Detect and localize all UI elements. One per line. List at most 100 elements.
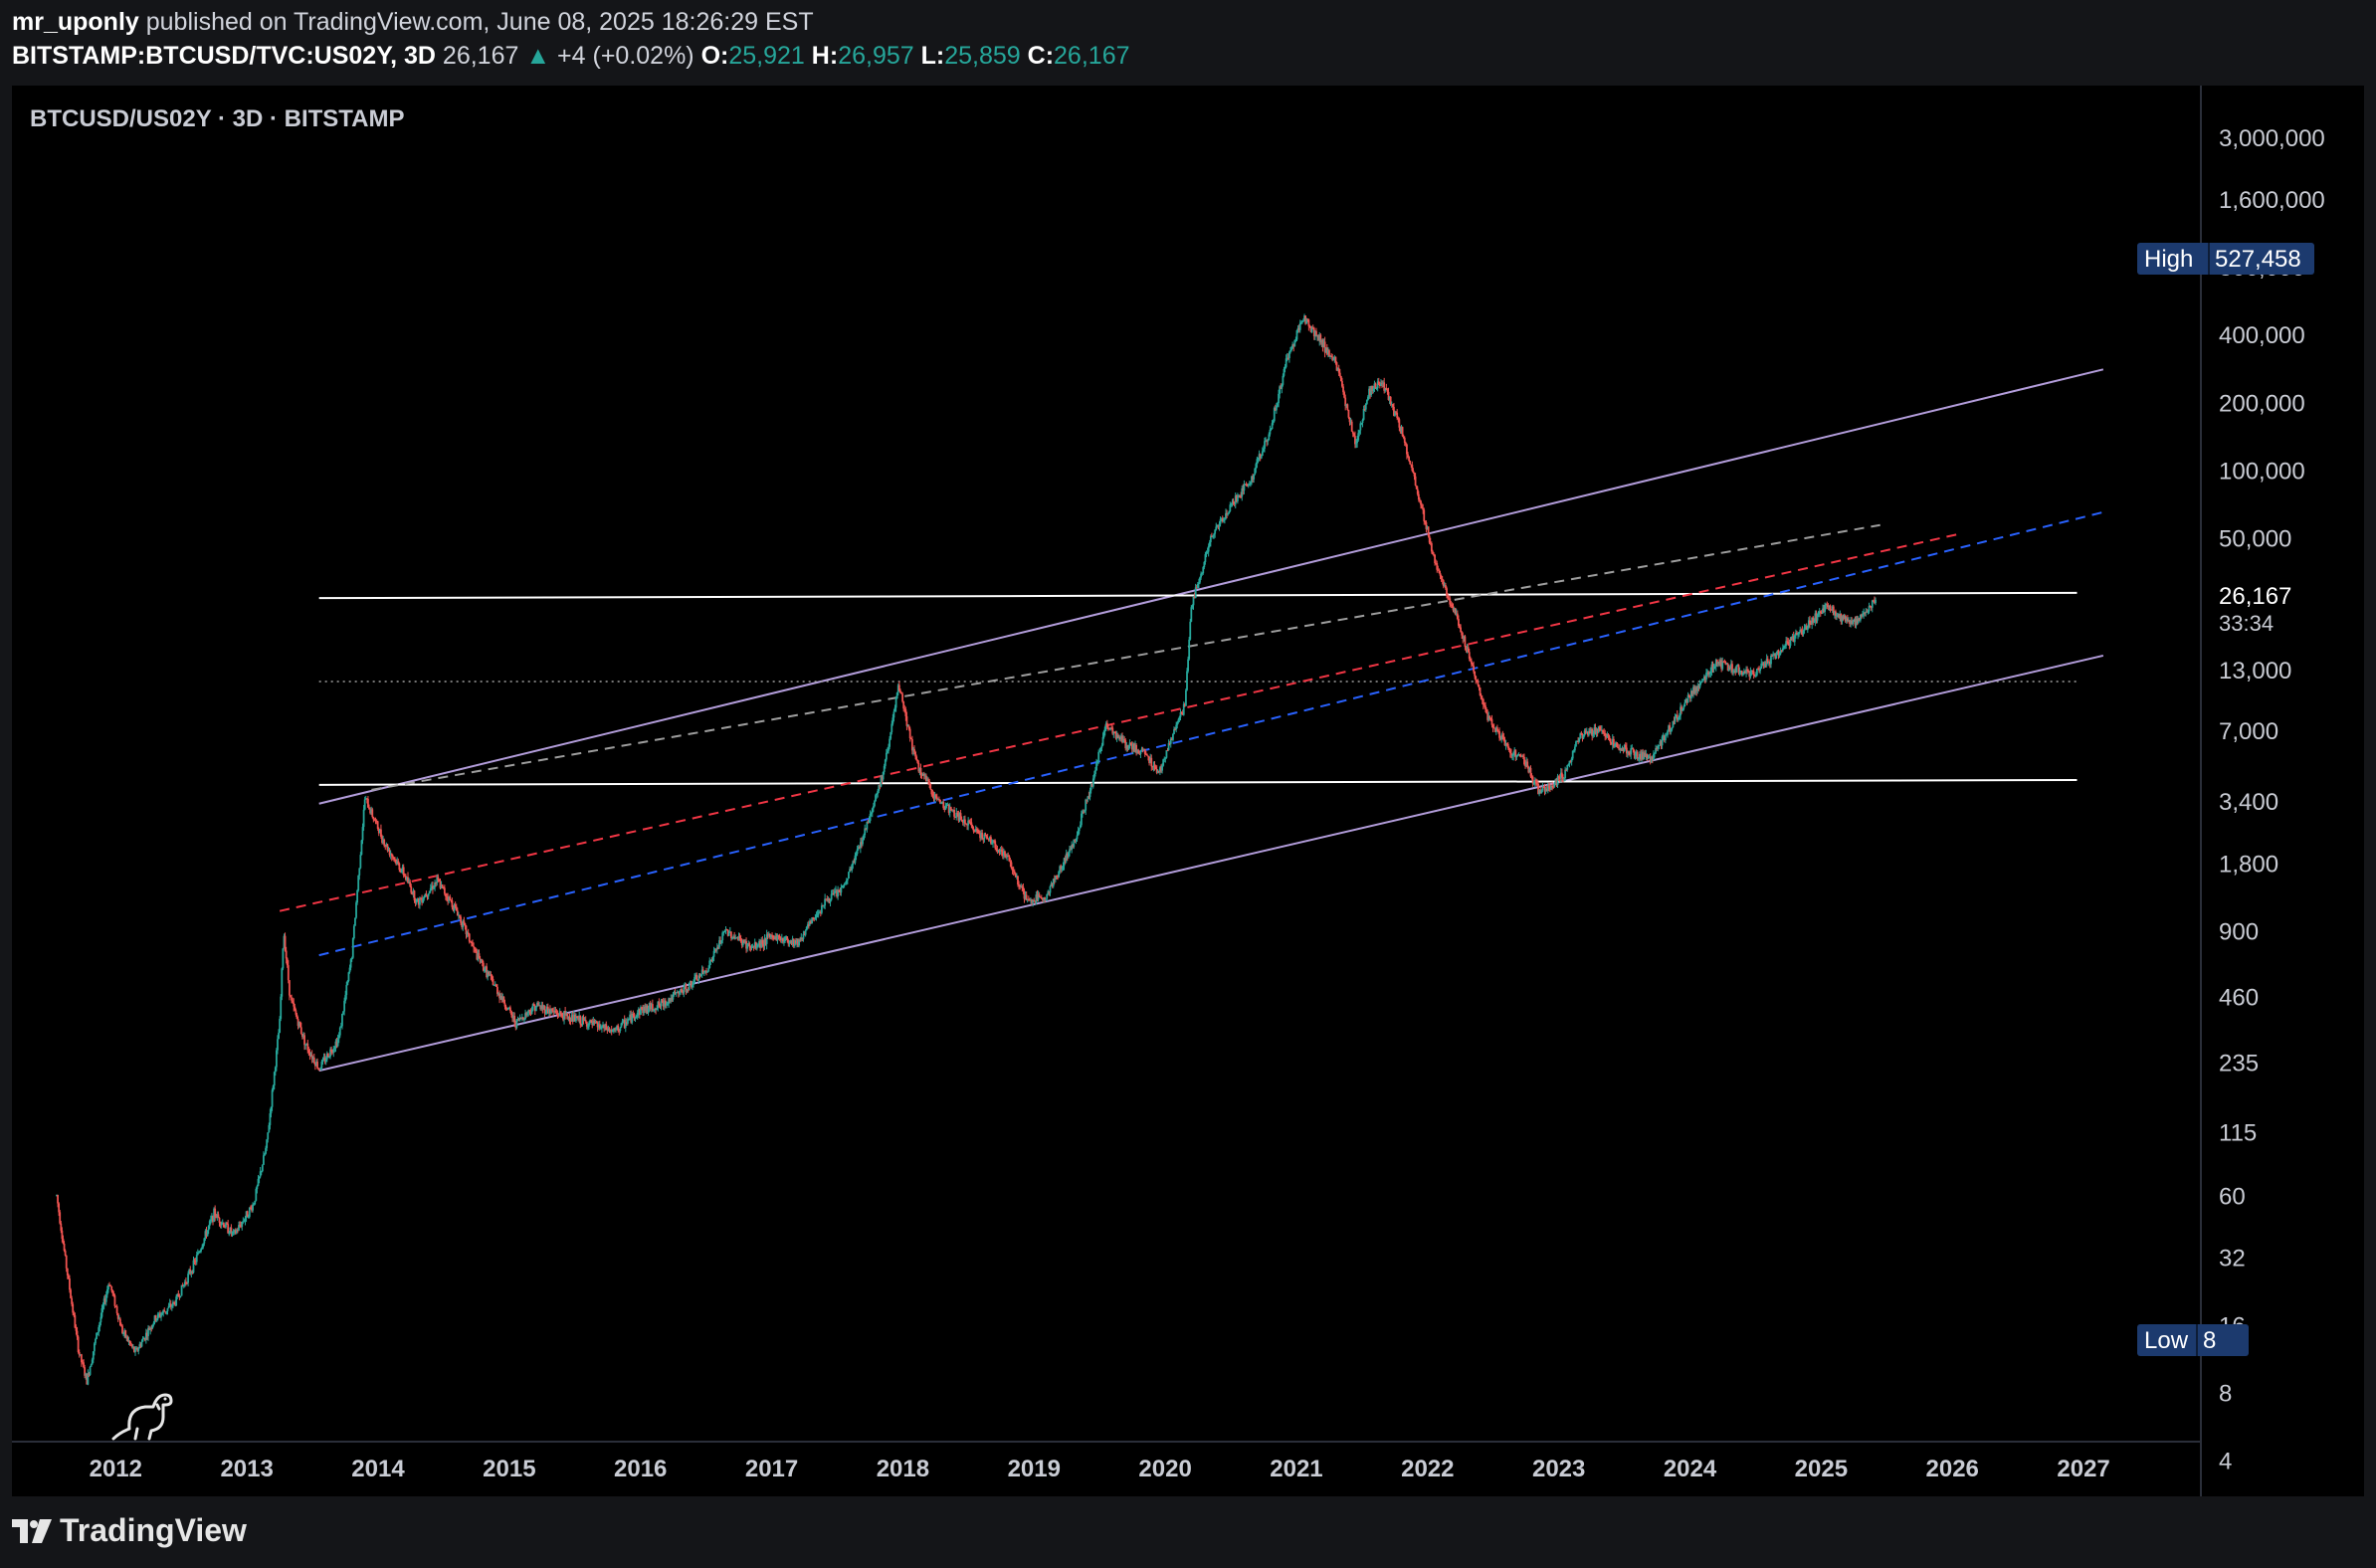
candle-body — [695, 974, 698, 980]
candle-body — [1478, 685, 1481, 688]
candle-body — [166, 1307, 169, 1311]
low-value: 25,859 — [944, 42, 1021, 70]
x-tick-label: 2017 — [745, 1456, 798, 1482]
candle-body — [1260, 456, 1263, 459]
y-tick-label: 460 — [2219, 984, 2259, 1011]
candle-body — [1423, 509, 1426, 521]
x-tick-label: 2019 — [1008, 1456, 1061, 1482]
y-tick-label: 1,600,000 — [2219, 187, 2325, 214]
candle-body — [1464, 636, 1467, 648]
candle-body — [1094, 770, 1096, 774]
candle-body — [1237, 496, 1239, 501]
candle-body — [312, 1057, 315, 1064]
high-badge-label: High — [2144, 246, 2193, 273]
low-badge-label: Low — [2144, 1327, 2189, 1354]
y-tick-label: 3,400 — [2219, 789, 2278, 816]
candle-body — [1076, 835, 1079, 840]
candle-body — [1477, 682, 1480, 686]
candle-body — [195, 1255, 198, 1263]
candle-body — [1189, 621, 1192, 640]
candle-body — [359, 855, 362, 869]
candle-body — [140, 1341, 143, 1347]
candle-body — [303, 1035, 305, 1046]
candle-body — [179, 1295, 182, 1297]
candle-body — [468, 933, 471, 942]
y-tick-label: 13,000 — [2219, 658, 2291, 685]
candle-body — [1683, 706, 1685, 709]
candle-body — [443, 887, 446, 894]
candle-body — [901, 693, 903, 702]
open-value: 25,921 — [728, 42, 805, 70]
x-tick-label: 2018 — [877, 1456, 929, 1482]
tradingview-logo[interactable]: TradingView — [12, 1512, 247, 1549]
price-change: +4 (+0.02%) — [557, 42, 694, 70]
candle-body — [281, 968, 284, 997]
y-tick-label: 32 — [2219, 1245, 2246, 1272]
x-tick-label: 2026 — [1926, 1456, 1979, 1482]
chart-area[interactable]: 3,000,0001,600,000800,000400,000200,0001… — [12, 86, 2364, 1496]
candle-body — [1187, 659, 1189, 672]
candle-body — [316, 1062, 318, 1069]
y-tick-label: 60 — [2219, 1184, 2246, 1211]
x-tick-label: 2023 — [1532, 1456, 1585, 1482]
candle-body — [885, 752, 888, 760]
candle-body — [425, 893, 428, 895]
candle-body — [727, 932, 730, 936]
x-tick-label: 2025 — [1795, 1456, 1848, 1482]
candle-body — [282, 948, 285, 969]
candle-body — [441, 884, 444, 887]
author-name[interactable]: mr_uponly — [12, 8, 139, 36]
x-tick-label: 2027 — [2057, 1456, 2109, 1482]
candle-body — [362, 809, 365, 828]
candle-body — [352, 925, 355, 938]
candle-body — [356, 889, 359, 903]
high-label: H: — [811, 42, 839, 70]
up-arrow-icon: ▲ — [525, 42, 551, 70]
candle-body — [1267, 440, 1270, 442]
publish-date-text: published on TradingView.com, June 08, 2… — [145, 8, 814, 36]
candle-body — [1608, 735, 1611, 739]
trendline — [318, 510, 2104, 957]
candle-body — [187, 1274, 189, 1283]
x-tick-label: 2024 — [1664, 1456, 1717, 1482]
y-tick-label: 100,000 — [2219, 458, 2305, 485]
open-label: O: — [700, 42, 729, 70]
candle-body — [354, 917, 356, 926]
candle-body — [288, 980, 291, 996]
candle-body — [1350, 421, 1353, 432]
candle-body — [1475, 676, 1478, 681]
bar-countdown-label: 33:34 — [2219, 611, 2274, 636]
candle-body — [953, 809, 955, 817]
x-tick-label: 2013 — [220, 1456, 273, 1482]
candle-body — [1408, 457, 1410, 461]
candle-body — [1185, 689, 1187, 706]
candle-body — [1473, 666, 1475, 672]
candle-body — [894, 697, 897, 708]
candle-body — [1139, 751, 1142, 754]
y-tick-label: 115 — [2219, 1120, 2257, 1147]
y-tick-label: 900 — [2219, 918, 2259, 945]
candle-body — [95, 1338, 97, 1344]
drawing-layer — [279, 368, 2104, 1073]
candle-body — [1243, 485, 1246, 491]
low-label: L: — [920, 42, 945, 70]
candle-body — [820, 905, 823, 913]
candle-body — [1049, 885, 1052, 893]
candle-body — [1573, 746, 1576, 751]
candle-body — [579, 1016, 582, 1025]
candle-body — [113, 1295, 116, 1306]
candle-body — [65, 1255, 68, 1269]
price-chart[interactable]: 3,000,0001,600,000800,000400,000200,0001… — [12, 86, 2364, 1496]
candle-body — [1630, 748, 1633, 755]
candle-body — [688, 982, 691, 991]
candle-body — [363, 799, 366, 810]
candle-body — [261, 1164, 264, 1172]
candle-body — [908, 728, 911, 739]
candle-body — [1264, 441, 1266, 449]
y-tick-label: 3,000,000 — [2219, 125, 2325, 152]
publish-info: mr_uponly published on TradingView.com, … — [12, 8, 814, 37]
candle-body — [1770, 656, 1772, 665]
candle-body — [1172, 733, 1174, 740]
candle-body — [1150, 757, 1153, 767]
x-tick-label: 2020 — [1138, 1456, 1191, 1482]
